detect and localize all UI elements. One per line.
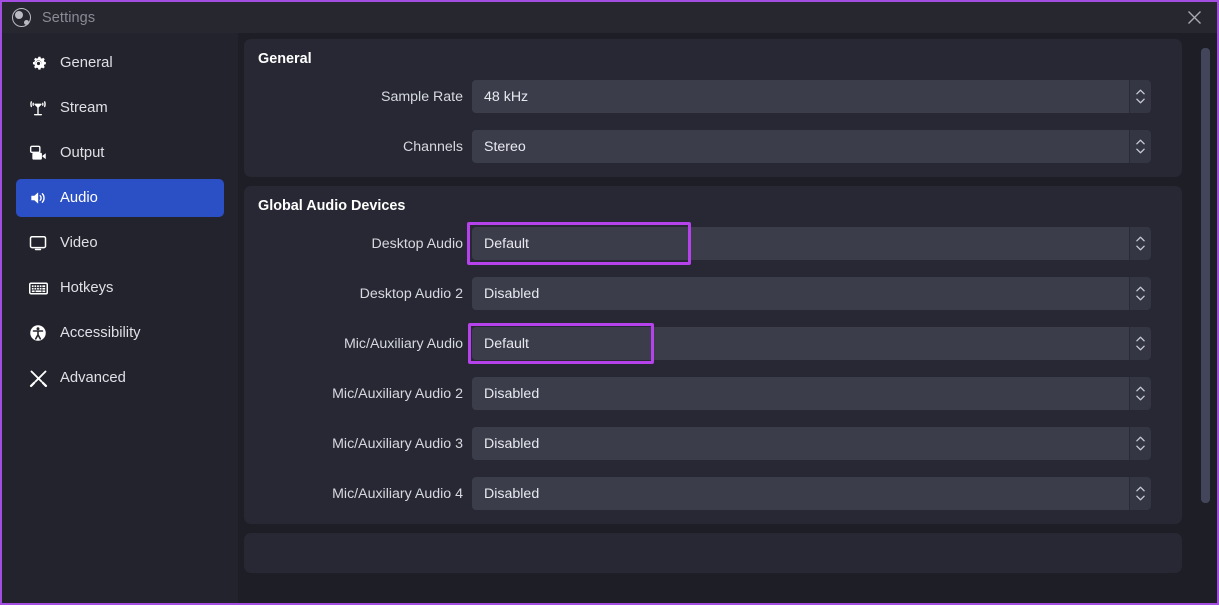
- setting-row-mic-auxiliary-audio: Mic/Auxiliary Audio Default: [244, 327, 1182, 360]
- sidebar-item-label: Accessibility: [60, 325, 141, 341]
- row-label: Desktop Audio: [244, 236, 472, 252]
- dropdown-value: Default: [472, 227, 1129, 260]
- sidebar-item-audio[interactable]: Audio: [16, 179, 224, 217]
- channels-dropdown[interactable]: Stereo: [472, 130, 1151, 163]
- obs-logo-icon: [12, 8, 31, 27]
- mic-auxiliary-audio-4-dropdown[interactable]: Disabled: [472, 477, 1151, 510]
- sidebar-item-video[interactable]: Video: [16, 224, 224, 262]
- sidebar-item-hotkeys[interactable]: Hotkeys: [16, 269, 224, 307]
- setting-row-mic-auxiliary-audio-4: Mic/Auxiliary Audio 4 Disabled: [244, 477, 1182, 510]
- sidebar-item-label: Audio: [60, 190, 98, 206]
- title-bar: Settings: [2, 2, 1217, 33]
- close-icon[interactable]: [1171, 2, 1217, 33]
- sidebar-item-accessibility[interactable]: Accessibility: [16, 314, 224, 352]
- scrollbar-thumb[interactable]: [1201, 48, 1210, 503]
- settings-sidebar: General Stream: [2, 33, 238, 603]
- keyboard-icon: [27, 277, 49, 299]
- row-label: Sample Rate: [244, 89, 472, 105]
- chevron-updown-icon[interactable]: [1129, 80, 1151, 113]
- accessibility-icon: [27, 322, 49, 344]
- dropdown-value: Disabled: [472, 427, 1129, 460]
- mic-auxiliary-audio-3-dropdown[interactable]: Disabled: [472, 427, 1151, 460]
- sidebar-item-output[interactable]: Output: [16, 134, 224, 172]
- row-label: Mic/Auxiliary Audio 3: [244, 436, 472, 452]
- desktop-audio-2-dropdown[interactable]: Disabled: [472, 277, 1151, 310]
- broadcast-icon: [27, 97, 49, 119]
- sidebar-item-label: Video: [60, 235, 98, 251]
- setting-row-mic-auxiliary-audio-2: Mic/Auxiliary Audio 2 Disabled: [244, 377, 1182, 410]
- dropdown-value: Default: [472, 327, 1129, 360]
- row-label: Mic/Auxiliary Audio: [244, 336, 472, 352]
- panel-title: General: [244, 51, 1182, 67]
- setting-row-channels: Channels Stereo: [244, 130, 1182, 163]
- chevron-updown-icon[interactable]: [1129, 377, 1151, 410]
- monitor-icon: [27, 232, 49, 254]
- dropdown-value: Disabled: [472, 477, 1129, 510]
- dropdown-value: Disabled: [472, 277, 1129, 310]
- mic-auxiliary-audio-2-dropdown[interactable]: Disabled: [472, 377, 1151, 410]
- row-label: Mic/Auxiliary Audio 4: [244, 486, 472, 502]
- vertical-scrollbar[interactable]: [1199, 33, 1211, 603]
- sidebar-item-label: General: [60, 55, 113, 71]
- panel-general: General Sample Rate 48 kHz Channels Ster…: [244, 39, 1182, 177]
- gear-icon: [27, 52, 49, 74]
- panel-title: Global Audio Devices: [244, 198, 1182, 214]
- chevron-updown-icon[interactable]: [1129, 477, 1151, 510]
- mic-auxiliary-audio-dropdown[interactable]: Default: [472, 327, 1151, 360]
- sidebar-item-general[interactable]: General: [16, 44, 224, 82]
- sidebar-item-advanced[interactable]: Advanced: [16, 359, 224, 397]
- dropdown-value: Stereo: [472, 130, 1129, 163]
- sidebar-item-label: Advanced: [60, 370, 126, 386]
- setting-row-sample-rate: Sample Rate 48 kHz: [244, 80, 1182, 113]
- settings-window: Settings General: [0, 0, 1219, 605]
- window-title: Settings: [42, 10, 95, 26]
- row-label: Channels: [244, 139, 472, 155]
- desktop-audio-dropdown[interactable]: Default: [472, 227, 1151, 260]
- dropdown-value: 48 kHz: [472, 80, 1129, 113]
- sidebar-item-label: Hotkeys: [60, 280, 113, 296]
- chevron-updown-icon[interactable]: [1129, 130, 1151, 163]
- panel-global-audio-devices: Global Audio Devices Desktop Audio Defau…: [244, 186, 1182, 524]
- sidebar-item-label: Stream: [60, 100, 108, 116]
- chevron-updown-icon[interactable]: [1129, 427, 1151, 460]
- chevron-updown-icon[interactable]: [1129, 227, 1151, 260]
- sample-rate-dropdown[interactable]: 48 kHz: [472, 80, 1151, 113]
- panel-next-section: [244, 533, 1182, 573]
- sidebar-item-stream[interactable]: Stream: [16, 89, 224, 127]
- row-label: Mic/Auxiliary Audio 2: [244, 386, 472, 402]
- settings-content: General Sample Rate 48 kHz Channels Ster…: [238, 33, 1217, 603]
- chevron-updown-icon[interactable]: [1129, 327, 1151, 360]
- chevron-updown-icon[interactable]: [1129, 277, 1151, 310]
- dropdown-value: Disabled: [472, 377, 1129, 410]
- tools-icon: [27, 367, 49, 389]
- sidebar-item-label: Output: [60, 145, 104, 161]
- row-label: Desktop Audio 2: [244, 286, 472, 302]
- video-camera-icon: [27, 142, 49, 164]
- setting-row-mic-auxiliary-audio-3: Mic/Auxiliary Audio 3 Disabled: [244, 427, 1182, 460]
- speaker-icon: [27, 187, 49, 209]
- setting-row-desktop-audio-2: Desktop Audio 2 Disabled: [244, 277, 1182, 310]
- setting-row-desktop-audio: Desktop Audio Default: [244, 227, 1182, 260]
